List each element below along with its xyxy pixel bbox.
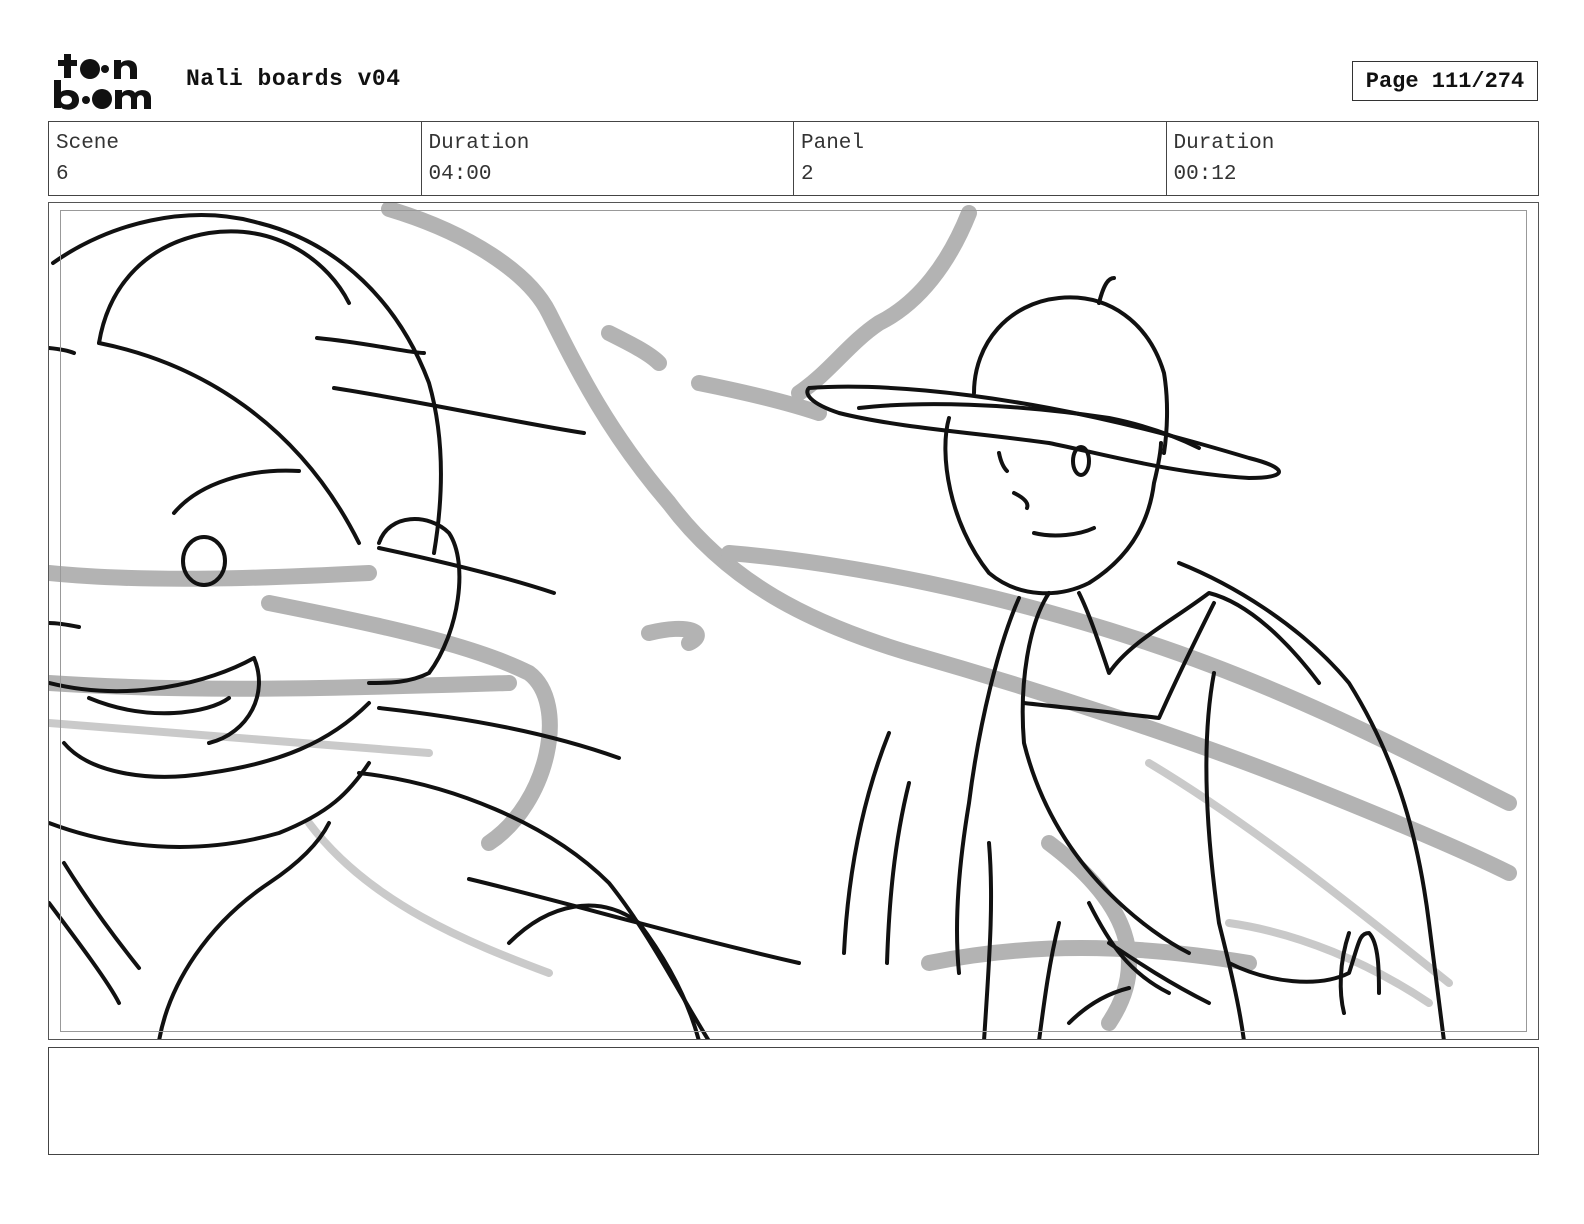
document-title: Nali boards v04 [186,66,401,92]
panel-value: 2 [801,163,814,186]
panel-cell: Panel 2 [794,122,1167,195]
panel-duration-cell: Duration 00:12 [1167,122,1539,195]
page-indicator: Page 111/274 [1352,61,1538,101]
scene-duration-value: 04:00 [428,163,492,186]
scene-value: 6 [56,163,69,186]
scene-duration-cell: Duration 04:00 [422,122,794,195]
tone-strokes [49,203,1517,1031]
panel-duration-label: Duration [1173,132,1275,155]
scene-cell: Scene 6 [49,122,422,195]
panel-duration-value: 00:12 [1173,163,1237,186]
toon-boom-logo [54,54,151,110]
panel-label: Panel [801,132,865,155]
panel-notes-box [48,1047,1539,1155]
storyboard-sketch [49,203,1517,1039]
panel-info-row: Scene 6 Duration 04:00 Panel 2 Duration … [48,121,1539,196]
scene-duration-label: Duration [428,132,530,155]
storyboard-panel-frame [48,202,1539,1040]
scene-label: Scene [56,132,120,155]
